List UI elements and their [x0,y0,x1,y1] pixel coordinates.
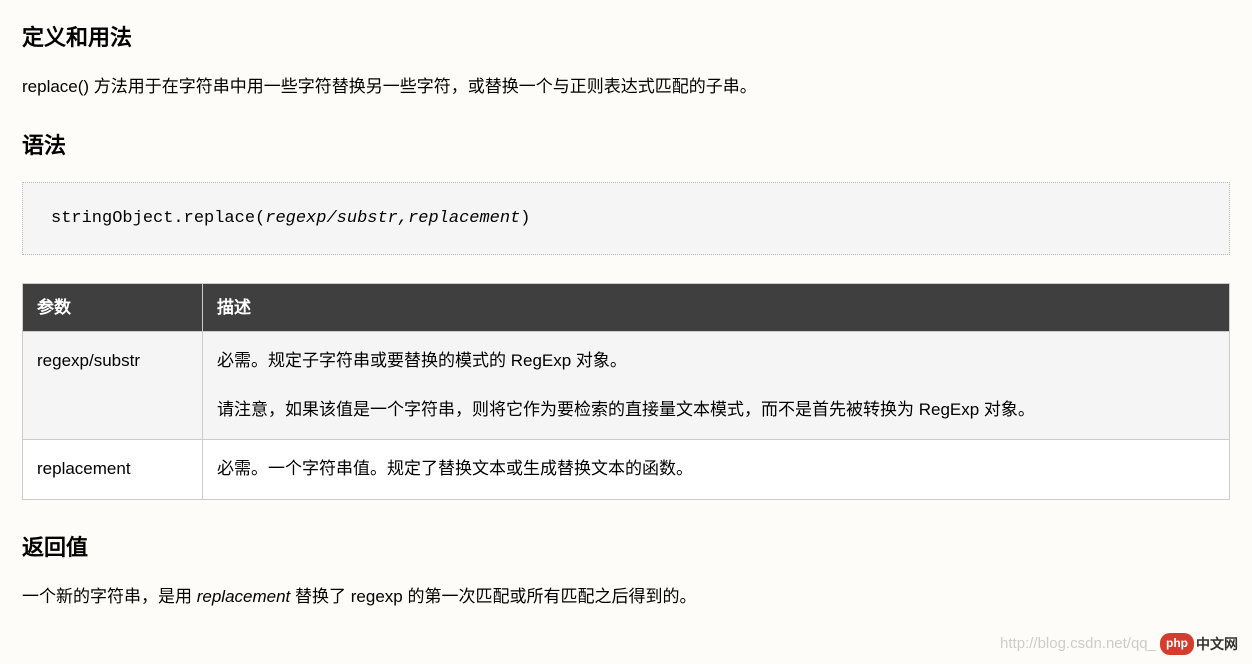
return-description: 一个新的字符串，是用 replacement 替换了 regexp 的第一次匹配… [22,583,1230,610]
watermark: http://blog.csdn.net/qq_ php 中文网 [1000,632,1238,656]
return-italic: replacement [197,587,291,606]
table-row: replacement 必需。一个字符串值。规定了替换文本或生成替换文本的函数。 [23,440,1230,500]
section-syntax-heading: 语法 [22,128,1230,163]
table-header-desc: 描述 [203,283,1230,331]
watermark-cn-text: 中文网 [1196,633,1238,655]
definition-description: replace() 方法用于在字符串中用一些字符替换另一些字符，或替换一个与正则… [22,73,1230,100]
code-args: regexp/substr,replacement [265,209,520,228]
php-badge-icon: php [1160,633,1194,654]
return-suffix: 替换了 regexp 的第一次匹配或所有匹配之后得到的。 [290,587,696,606]
code-prefix: stringObject.replace( [51,209,265,228]
table-cell-desc: 必需。一个字符串值。规定了替换文本或生成替换文本的函数。 [203,440,1230,500]
table-header-row: 参数 描述 [23,283,1230,331]
table-header-param: 参数 [23,283,203,331]
watermark-logo: php 中文网 [1160,633,1238,655]
desc-paragraph: 必需。一个字符串值。规定了替换文本或生成替换文本的函数。 [217,454,1215,485]
return-prefix: 一个新的字符串，是用 [22,587,197,606]
code-suffix: ) [520,209,530,228]
desc-paragraph: 请注意，如果该值是一个字符串，则将它作为要检索的直接量文本模式，而不是首先被转换… [217,395,1215,426]
table-cell-param: replacement [23,440,203,500]
table-row: regexp/substr 必需。规定子字符串或要替换的模式的 RegExp 对… [23,331,1230,439]
syntax-code-block: stringObject.replace(regexp/substr,repla… [22,182,1230,255]
section-definition-heading: 定义和用法 [22,20,1230,55]
table-cell-desc: 必需。规定子字符串或要替换的模式的 RegExp 对象。 请注意，如果该值是一个… [203,331,1230,439]
parameters-table: 参数 描述 regexp/substr 必需。规定子字符串或要替换的模式的 Re… [22,283,1230,500]
desc-paragraph: 必需。规定子字符串或要替换的模式的 RegExp 对象。 [217,346,1215,377]
watermark-url: http://blog.csdn.net/qq_ [1000,632,1156,656]
section-return-heading: 返回值 [22,530,1230,565]
table-cell-param: regexp/substr [23,331,203,439]
